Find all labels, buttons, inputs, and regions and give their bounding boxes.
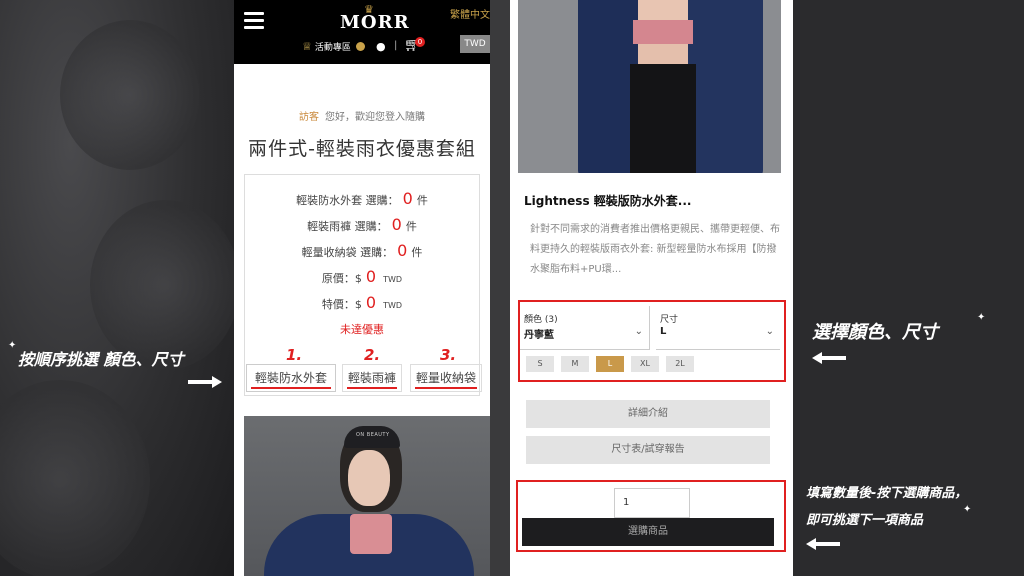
color-select-value: 丹寧藍 [524,330,554,341]
divider-strip [490,0,510,576]
price-value: 0 [365,267,377,286]
product-name[interactable]: Lightness 輕裝版防水外套... [524,192,691,209]
color-select-label: 顏色 (3) [524,315,558,325]
summary-row: 輕裝防水外套 選購： 0 件 [245,189,479,208]
brand-logo[interactable]: MORR [340,12,410,33]
summary-count: 0 [402,189,413,208]
purchase-highlight: 1 選購商品 [516,480,786,552]
language-switch[interactable]: 繁體中文 [450,6,490,21]
size-option-xl[interactable]: XL [631,356,659,372]
tab-pants[interactable]: 輕裝雨褲 [342,364,402,392]
buy-button[interactable]: 選購商品 [522,518,774,546]
summary-count: 0 [391,215,402,234]
summary-unit: 件 [416,194,428,207]
page-title: 兩件式-輕裝雨衣優惠套組 [248,138,476,160]
crown-icon: ♕ [302,40,312,53]
summary-row: 輕量收納袋 選購： 0 件 [245,241,479,260]
price-value: 0 [365,293,377,312]
size-option-l[interactable]: L [596,356,624,372]
phone-screen-product: Lightness 輕裝版防水外套... 針對不同需求的消費者推出價格更親民、攜… [510,0,793,576]
price-label: 原價：$ [321,272,362,285]
summary-label: 輕裝雨褲 選購： [307,220,388,233]
options-highlight: 顏色 (3) 丹寧藍 ⌄ 尺寸 L ⌄ S M L XL 2L [518,300,786,382]
product-photo[interactable] [518,0,781,173]
tab-label: 輕量收納袋 [415,371,476,385]
price-currency: TWD [383,301,403,310]
cap-text: ON BEAUTY [356,432,390,438]
welcome-message: 您好，歡迎您登入隨購 [325,112,425,123]
promo-link[interactable]: ♕ 活動專區 [302,40,365,53]
summary-row: 輕裝雨褲 選購： 0 件 [245,215,479,234]
tab-pouch[interactable]: 輕量收納袋 [410,364,482,392]
promo-dot-icon [355,42,365,51]
price-currency: TWD [383,275,403,284]
product-description: 針對不同需求的消費者推出價格更親民、攜帶更輕便、布料更持久的輕裝版雨衣外套: 新… [530,224,780,275]
step-number-2: 2. [364,346,381,364]
currency-button[interactable]: TWD [460,35,490,53]
sparkle-icon: ✦ [8,340,17,351]
sparkle-icon: ✦ [977,312,986,323]
chevron-down-icon: ⌄ [634,326,643,337]
chevron-down-icon: ⌄ [765,326,774,337]
annotation-left: 按順序挑選 顏色、尺寸 [18,350,184,369]
menu-icon[interactable] [244,12,264,33]
arrow-left-icon [812,352,846,364]
size-select[interactable]: 尺寸 L ⌄ [656,306,780,350]
annotation-right-top: 選擇顏色、尺寸 [812,322,938,343]
annotation-right-bottom-1: 填寫數量後-按下選購商品， [806,486,968,501]
tab-label: 輕裝雨褲 [347,371,396,385]
product-photo[interactable]: ON BEAUTY [244,416,490,576]
separator: | [394,40,398,51]
summary-unit: 件 [405,220,417,233]
summary-label: 輕裝防水外套 選購： [296,194,399,207]
special-price: 特價：$ 0 TWD [245,293,479,312]
step-number-1: 1. [286,346,303,364]
size-chart-button[interactable]: 尺寸表/試穿報告 [526,436,770,464]
original-price: 原價：$ 0 TWD [245,267,479,286]
details-button[interactable]: 詳細介紹 [526,400,770,428]
sparkle-icon: ✦ [963,504,972,515]
promo-label: 活動專區 [314,43,351,53]
phone-screen-bundle: ♛ MORR 繁體中文 ♕ 活動專區 ● | 🛒︎ 0 TWD 訪客 您好，歡迎您… [234,0,490,576]
summary-count: 0 [397,241,408,260]
welcome-text: 訪客 您好，歡迎您登入隨購 [234,108,490,123]
cart-count-badge: 0 [415,37,425,47]
top-bar: ♛ MORR 繁體中文 ♕ 活動專區 ● | 🛒︎ 0 TWD [234,0,490,64]
summary-unit: 件 [411,246,423,259]
tab-label: 輕裝防水外套 [254,371,327,385]
quantity-input[interactable]: 1 [614,488,690,518]
user-icon[interactable]: ● [376,40,386,53]
annotation-right-bottom-2: 即可挑選下一項商品 [806,513,924,528]
size-select-value: L [660,326,667,337]
summary-label: 輕量收納袋 選購： [301,246,394,259]
tab-jacket[interactable]: 輕裝防水外套 [246,364,336,392]
step-number-3: 3. [440,346,457,364]
size-option-2l[interactable]: 2L [666,356,694,372]
background-photo-left [0,0,240,576]
size-option-m[interactable]: M [561,356,589,372]
color-select[interactable]: 顏色 (3) 丹寧藍 ⌄ [520,306,650,350]
size-select-label: 尺寸 [660,315,679,325]
discount-status: 未達優惠 [340,323,384,336]
price-label: 特價：$ [321,298,362,311]
guest-link[interactable]: 訪客 [299,112,319,123]
size-option-s[interactable]: S [526,356,554,372]
arrow-right-icon [188,376,222,388]
size-buttons: S M L XL 2L [526,356,694,372]
arrow-left-icon [806,538,840,550]
